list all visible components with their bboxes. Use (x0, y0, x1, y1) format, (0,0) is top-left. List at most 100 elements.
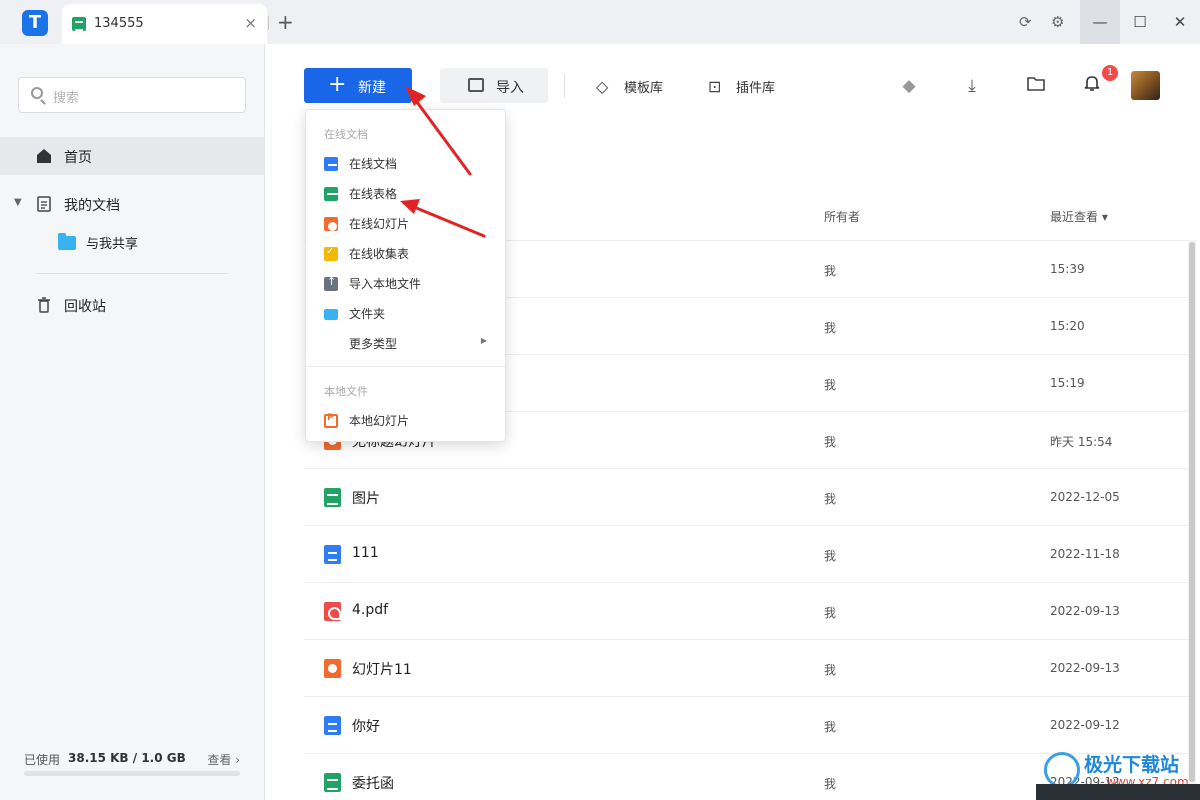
tab-close-icon[interactable]: × (244, 14, 257, 32)
table-row[interactable]: 4.pdf 我 2022-09-13 (304, 582, 1188, 639)
menu-item-label: 更多类型 (349, 337, 398, 351)
local-slide-icon (324, 413, 338, 428)
storage-progress-bar (24, 771, 240, 776)
new-dropdown-menu: 在线文档 在线文档 在线表格 在线幻灯片 在线收集表 导入本地文件 文件夹 更多… (305, 109, 506, 442)
scrollbar-thumb[interactable] (1189, 242, 1195, 782)
menu-item-online-slide[interactable]: 在线幻灯片 (306, 208, 505, 238)
bell-icon[interactable] (1080, 74, 1104, 98)
site-watermark: 极光下载站 www.xz7.com (1036, 748, 1200, 800)
file-viewed-time: 2022-09-13 (1050, 661, 1120, 675)
avatar[interactable] (1131, 71, 1160, 100)
tab-title: 134555 (94, 16, 144, 31)
expand-caret-icon[interactable]: ▼ (14, 197, 22, 208)
new-button-label: 新建 (358, 80, 386, 96)
close-window-button[interactable]: ✕ (1160, 0, 1200, 44)
file-name: 委托函 (352, 776, 394, 792)
plugin-library-label: 插件库 (736, 81, 776, 96)
storage-view-link[interactable]: 查看 › (207, 751, 240, 768)
online-doc-icon (324, 157, 338, 173)
search-input[interactable]: 搜索 (18, 77, 246, 113)
slide-file-icon (324, 659, 341, 678)
sync-icon[interactable]: ⟳ (1019, 13, 1032, 31)
new-tab-button[interactable]: + (277, 10, 294, 34)
sidebar-item-label: 我的文档 (64, 198, 120, 214)
menu-item-import-local[interactable]: 导入本地文件 (306, 268, 505, 298)
tab-134555[interactable]: 134555 × (62, 4, 267, 44)
local-group-label: 本地文件 (324, 385, 368, 398)
file-name: 4.pdf (352, 602, 389, 618)
download-icon[interactable]: ⤓ (960, 74, 984, 98)
sidebar-item-my-documents[interactable]: ▼ 我的文档 (0, 185, 264, 223)
file-owner: 我 (824, 264, 837, 278)
storage-used-value: 38.15 KB / 1.0 GB (68, 751, 186, 765)
import-button[interactable]: 导入 (440, 68, 548, 103)
toolbar-separator (564, 74, 565, 98)
search-placeholder: 搜索 (53, 91, 80, 106)
menu-item-online-form[interactable]: 在线收集表 (306, 238, 505, 268)
file-name: 图片 (352, 491, 380, 507)
submenu-arrow-icon: ▶ (480, 336, 487, 345)
notification-badge: 1 (1102, 65, 1118, 81)
file-viewed-time: 2022-09-13 (1050, 604, 1120, 618)
sidebar-item-home[interactable]: 首页 (0, 137, 264, 175)
storage-used-label: 已使用 (24, 753, 61, 767)
file-viewed-time: 15:39 (1050, 262, 1085, 276)
title-bar: T 134555 × + ⟳ ⚙ — ☐ ✕ (0, 0, 1200, 44)
folder-icon (324, 309, 338, 320)
trash-icon (36, 297, 52, 313)
shapes-icon: ◇ (596, 77, 609, 96)
online-group-label: 在线文档 (324, 128, 368, 141)
sidebar: 搜索 首页 ▼ 我的文档 与我共享 回收站 已使用 38.15 KB / 1.0… (0, 44, 265, 800)
import-icon (468, 78, 484, 92)
folder-open-icon[interactable] (1024, 74, 1048, 98)
plus-icon: + (328, 72, 347, 97)
file-owner: 我 (824, 378, 837, 392)
settings-icon[interactable]: ⚙ (1051, 13, 1064, 31)
file-owner: 我 (824, 663, 837, 677)
app-logo-icon[interactable]: T (22, 10, 48, 36)
file-owner: 我 (824, 435, 837, 449)
table-row[interactable]: 图片 我 2022-12-05 (304, 468, 1188, 525)
sidebar-item-shared-with-me[interactable]: 与我共享 (0, 224, 264, 260)
file-name: 你好 (352, 719, 380, 735)
recent-view-column-header[interactable]: 最近查看 ▾ (1050, 208, 1108, 225)
menu-item-label: 在线文档 (349, 157, 398, 171)
watermark-brand: 极光下载站 (1084, 754, 1180, 776)
file-viewed-time: 昨天 15:54 (1050, 435, 1113, 449)
home-icon (36, 148, 52, 164)
minimize-button[interactable]: — (1080, 0, 1120, 44)
file-owner: 我 (824, 321, 837, 335)
watermark-logo-icon (1044, 752, 1080, 788)
file-owner: 我 (824, 606, 837, 620)
menu-item-label: 在线收集表 (349, 247, 410, 261)
menu-item-label: 文件夹 (349, 307, 386, 321)
online-sheet-icon (324, 187, 338, 204)
diamond-vip-icon[interactable]: ◆ (897, 74, 921, 98)
sidebar-item-trash[interactable]: 回收站 (0, 286, 264, 324)
file-name: 111 (352, 545, 379, 561)
menu-item-online-sheet[interactable]: 在线表格 (306, 178, 505, 208)
table-row[interactable]: 幻灯片11 我 2022-09-13 (304, 639, 1188, 696)
menu-item-local-slide[interactable]: 本地幻灯片 (306, 405, 505, 435)
new-button[interactable]: + 新建 (304, 68, 412, 103)
sheet-file-icon (324, 488, 341, 507)
file-viewed-time: 15:19 (1050, 376, 1085, 390)
sidebar-item-label: 回收站 (64, 299, 106, 315)
owner-column-header: 所有者 (824, 210, 861, 224)
menu-item-label: 在线幻灯片 (349, 217, 410, 231)
table-row[interactable]: 111 我 2022-11-18 (304, 525, 1188, 582)
table-row[interactable]: 你好 我 2022-09-12 (304, 696, 1188, 753)
menu-item-label: 导入本地文件 (349, 277, 422, 291)
menu-item-more-types[interactable]: 更多类型 ▶ (306, 328, 505, 358)
sidebar-divider (36, 273, 228, 274)
template-library-label: 模板库 (624, 81, 664, 96)
tab-separator (268, 16, 269, 30)
menu-item-online-doc[interactable]: 在线文档 (306, 148, 505, 178)
menu-item-label: 本地幻灯片 (349, 414, 410, 428)
menu-item-folder[interactable]: 文件夹 (306, 298, 505, 328)
document-icon (36, 196, 52, 212)
maximize-button[interactable]: ☐ (1120, 0, 1160, 44)
file-viewed-time: 2022-12-05 (1050, 490, 1120, 504)
file-viewed-time: 2022-09-12 (1050, 718, 1120, 732)
storage-usage: 已使用 38.15 KB / 1.0 GB 查看 › (24, 751, 240, 781)
